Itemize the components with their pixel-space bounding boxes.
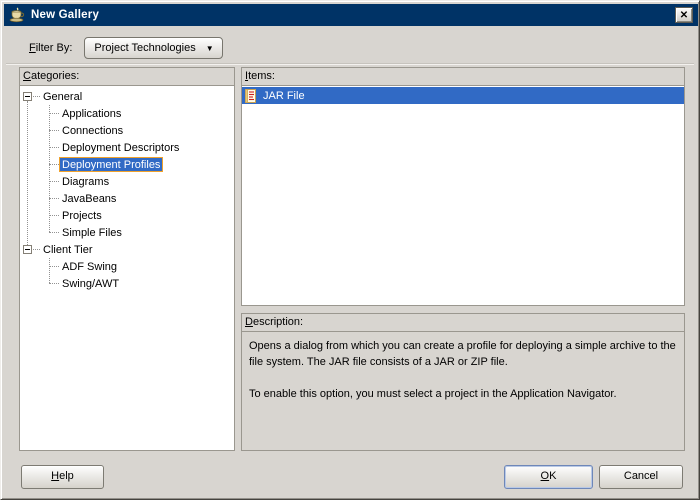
description-text: Opens a dialog from which you can create… bbox=[242, 332, 684, 408]
filter-by-label: Filter By: bbox=[29, 42, 73, 54]
coffee-cup-icon bbox=[9, 7, 25, 23]
jar-file-icon bbox=[245, 88, 256, 103]
categories-label: Categories: bbox=[20, 68, 234, 86]
list-item-jar-file[interactable]: JAR File bbox=[242, 87, 684, 104]
title-bar[interactable]: New Gallery ✕ bbox=[4, 4, 698, 26]
tree-node-projects[interactable]: Projects bbox=[20, 207, 234, 224]
tree-node-general[interactable]: General bbox=[20, 88, 234, 105]
ok-button[interactable]: OK bbox=[504, 465, 593, 489]
categories-panel: Categories: General Applications Connect… bbox=[19, 67, 235, 451]
collapse-minus-icon[interactable] bbox=[23, 92, 32, 101]
tree-node-simple-files[interactable]: Simple Files bbox=[20, 224, 234, 241]
filter-dropdown-value: Project Technologies bbox=[94, 42, 196, 54]
description-label: Description: bbox=[242, 314, 684, 332]
filter-row: Filter By: Project Technologies ▼ bbox=[29, 37, 223, 59]
filter-dropdown[interactable]: Project Technologies ▼ bbox=[84, 37, 223, 59]
items-label: Items: bbox=[242, 68, 684, 86]
tree-node-deployment-descriptors[interactable]: Deployment Descriptors bbox=[20, 139, 234, 156]
items-panel: Items: JAR File bbox=[241, 67, 685, 306]
chevron-down-icon: ▼ bbox=[205, 43, 214, 53]
list-item-label: JAR File bbox=[263, 89, 305, 102]
tree-node-client-tier[interactable]: Client Tier bbox=[20, 241, 234, 258]
tree-node-applications[interactable]: Applications bbox=[20, 105, 234, 122]
tree-node-connections[interactable]: Connections bbox=[20, 122, 234, 139]
dialog-title: New Gallery bbox=[31, 9, 100, 21]
tree-node-adf-swing[interactable]: ADF Swing bbox=[20, 258, 234, 275]
items-list: JAR File bbox=[242, 86, 684, 104]
tree-node-javabeans[interactable]: JavaBeans bbox=[20, 190, 234, 207]
description-paragraph: To enable this option, you must select a… bbox=[249, 388, 617, 400]
close-icon[interactable]: ✕ bbox=[675, 7, 693, 23]
help-button[interactable]: Help bbox=[21, 465, 104, 489]
collapse-minus-icon[interactable] bbox=[23, 245, 32, 254]
new-gallery-dialog: New Gallery ✕ Filter By: Project Technol… bbox=[0, 0, 700, 500]
tree-node-deployment-profiles[interactable]: Deployment Profiles bbox=[20, 156, 234, 173]
separator bbox=[6, 63, 694, 65]
categories-tree: General Applications Connections Deploym… bbox=[20, 86, 234, 449]
tree-node-swing-awt[interactable]: Swing/AWT bbox=[20, 275, 234, 292]
description-paragraph: Opens a dialog from which you can create… bbox=[249, 340, 676, 368]
tree-node-diagrams[interactable]: Diagrams bbox=[20, 173, 234, 190]
description-panel: Description: Opens a dialog from which y… bbox=[241, 313, 685, 451]
cancel-button[interactable]: Cancel bbox=[599, 465, 683, 489]
